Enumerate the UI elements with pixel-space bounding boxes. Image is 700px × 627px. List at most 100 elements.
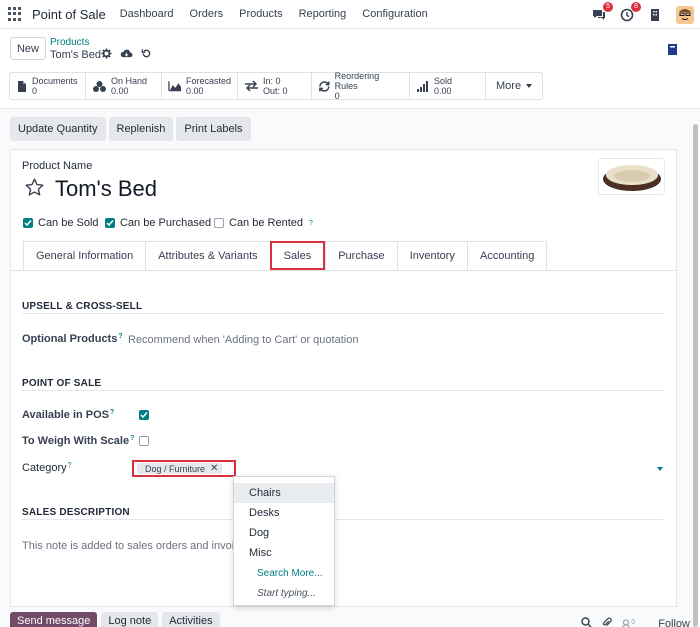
smart-button-on-hand[interactable]: On Hand 0.00 bbox=[86, 73, 162, 99]
form-sheet: Product Name Tom's Bed Can be Sold Can b… bbox=[10, 149, 677, 607]
category-label-text: Category bbox=[22, 462, 67, 474]
paperclip-icon[interactable] bbox=[601, 617, 613, 627]
can-be-rented-label: Can be Rented bbox=[229, 217, 303, 229]
area-chart-icon bbox=[168, 81, 182, 92]
more-label: More bbox=[496, 80, 522, 92]
page-scrollbar[interactable] bbox=[692, 112, 698, 627]
can-be-sold-label: Can be Sold bbox=[38, 217, 99, 229]
messages-icon[interactable]: 5 bbox=[592, 1, 613, 22]
sales-description-input[interactable]: This note is added to sales orders and i… bbox=[22, 540, 254, 552]
tab-sales[interactable]: Sales bbox=[269, 241, 326, 270]
activities-icon[interactable]: 8 bbox=[620, 1, 641, 22]
optional-products-label: Optional Products? bbox=[22, 333, 123, 345]
section-divider bbox=[22, 519, 663, 520]
apps-menu-icon[interactable] bbox=[8, 7, 22, 21]
dropdown-option-misc[interactable]: Misc bbox=[234, 543, 334, 563]
dropdown-option-chairs[interactable]: Chairs bbox=[234, 483, 334, 503]
can-be-sold-checkbox[interactable] bbox=[23, 218, 33, 228]
record-actions bbox=[101, 48, 152, 62]
breadcrumb-parent[interactable]: Products bbox=[50, 37, 89, 48]
can-be-rented-field: Can be Rented? bbox=[214, 217, 313, 229]
document-icon bbox=[18, 80, 26, 92]
help-book-icon[interactable] bbox=[667, 43, 678, 59]
dropdown-option-desks[interactable]: Desks bbox=[234, 503, 334, 523]
smart-buttons: Documents 0 On Hand 0.00 Forecasted 0.00 In… bbox=[9, 71, 544, 101]
followers-icon[interactable]: 0 bbox=[621, 619, 635, 627]
chatter-actions: 0 Follow bbox=[581, 617, 690, 627]
remove-tag-icon[interactable]: ✕ bbox=[210, 463, 218, 474]
smart-button-reordering-rules[interactable]: Reordering Rules 0 bbox=[312, 71, 410, 101]
can-be-purchased-label: Can be Purchased bbox=[120, 217, 212, 229]
menu-products[interactable]: Products bbox=[239, 8, 282, 20]
optional-products-label-text: Optional Products bbox=[22, 333, 118, 345]
product-name-input[interactable]: Tom's Bed bbox=[55, 176, 157, 202]
category-tag: Dog / Furniture ✕ bbox=[137, 463, 223, 474]
company-icon[interactable] bbox=[648, 8, 662, 22]
can-be-purchased-checkbox[interactable] bbox=[105, 218, 115, 228]
log-note-button[interactable]: Log note bbox=[101, 612, 159, 627]
tabs-divider bbox=[11, 270, 676, 271]
followers-count: 0 bbox=[631, 618, 636, 626]
menu-configuration[interactable]: Configuration bbox=[362, 8, 427, 20]
help-tooltip-icon[interactable]: ? bbox=[309, 220, 313, 227]
signal-icon bbox=[417, 81, 428, 92]
control-panel: New Products Tom's Bed Documents 0 On Han… bbox=[0, 29, 700, 109]
favorite-star-icon[interactable] bbox=[24, 177, 45, 201]
discard-icon[interactable] bbox=[141, 48, 152, 62]
menu-reporting[interactable]: Reporting bbox=[299, 8, 347, 20]
new-button[interactable]: New bbox=[10, 37, 46, 60]
tab-purchase[interactable]: Purchase bbox=[325, 241, 397, 270]
stat-label: Forecasted bbox=[185, 76, 231, 86]
user-avatar[interactable] bbox=[676, 5, 694, 24]
cloud-save-icon[interactable] bbox=[120, 48, 133, 62]
available-pos-label-text: Available in POS bbox=[22, 409, 110, 421]
tab-inventory[interactable]: Inventory bbox=[396, 241, 467, 270]
refresh-icon bbox=[319, 80, 330, 92]
category-tag-label: Dog / Furniture bbox=[145, 463, 206, 474]
activities-button[interactable]: Activities bbox=[162, 612, 220, 627]
tab-attributes-variants[interactable]: Attributes & Variants bbox=[145, 241, 270, 270]
stat-label: On Hand bbox=[111, 76, 148, 86]
search-more-link[interactable]: Search More... bbox=[234, 563, 334, 583]
can-be-purchased-field: Can be Purchased bbox=[105, 217, 211, 229]
menu-orders[interactable]: Orders bbox=[190, 8, 224, 20]
print-labels-button[interactable]: Print Labels bbox=[176, 117, 251, 141]
send-message-button[interactable]: Send message bbox=[10, 612, 98, 627]
category-dropdown-caret-icon[interactable] bbox=[657, 467, 663, 471]
available-pos-label: Available in POS? bbox=[22, 409, 115, 421]
update-quantity-button[interactable]: Update Quantity bbox=[10, 117, 106, 141]
menu-dashboard[interactable]: Dashboard bbox=[120, 8, 174, 20]
category-label: Category? bbox=[22, 462, 72, 474]
optional-products-input[interactable]: Recommend when 'Adding to Cart' or quota… bbox=[128, 334, 358, 346]
app-name[interactable]: Point of Sale bbox=[32, 7, 106, 22]
upsell-section-title: UPSELL & CROSS-SELL bbox=[22, 301, 143, 312]
stat-label: Documents bbox=[32, 76, 78, 86]
can-be-rented-checkbox[interactable] bbox=[214, 218, 224, 228]
stat-label: In: 0 bbox=[263, 76, 281, 86]
weigh-scale-checkbox[interactable] bbox=[139, 436, 149, 446]
smart-button-in-out[interactable]: In: 0 Out: 0 bbox=[238, 73, 312, 99]
section-divider bbox=[22, 313, 665, 314]
smart-button-forecasted[interactable]: Forecasted 0.00 bbox=[162, 73, 238, 99]
product-image[interactable] bbox=[598, 158, 665, 195]
smart-button-sold[interactable]: Sold 0.00 bbox=[410, 73, 486, 99]
more-button[interactable]: More bbox=[486, 73, 542, 99]
follow-button[interactable]: Follow bbox=[658, 618, 690, 627]
available-pos-checkbox[interactable] bbox=[139, 410, 149, 420]
boxes-icon bbox=[93, 80, 106, 92]
pos-section-title: POINT OF SALE bbox=[22, 378, 102, 389]
activities-badge: 8 bbox=[631, 1, 641, 12]
dropdown-option-dog[interactable]: Dog bbox=[234, 523, 334, 543]
breadcrumb-current: Tom's Bed bbox=[50, 49, 102, 61]
gear-icon[interactable] bbox=[101, 48, 112, 62]
tab-accounting[interactable]: Accounting bbox=[466, 241, 548, 270]
stat-value: 0 bbox=[334, 91, 340, 101]
tab-general-information[interactable]: General Information bbox=[23, 241, 146, 270]
smart-button-documents[interactable]: Documents 0 bbox=[10, 73, 86, 99]
sales-description-title: SALES DESCRIPTION bbox=[22, 507, 130, 518]
search-icon[interactable] bbox=[581, 617, 592, 627]
replenish-button[interactable]: Replenish bbox=[108, 117, 174, 141]
scrollbar-thumb[interactable] bbox=[693, 124, 698, 627]
section-divider bbox=[22, 390, 665, 391]
category-field[interactable]: Dog / Furniture ✕ bbox=[132, 460, 236, 477]
